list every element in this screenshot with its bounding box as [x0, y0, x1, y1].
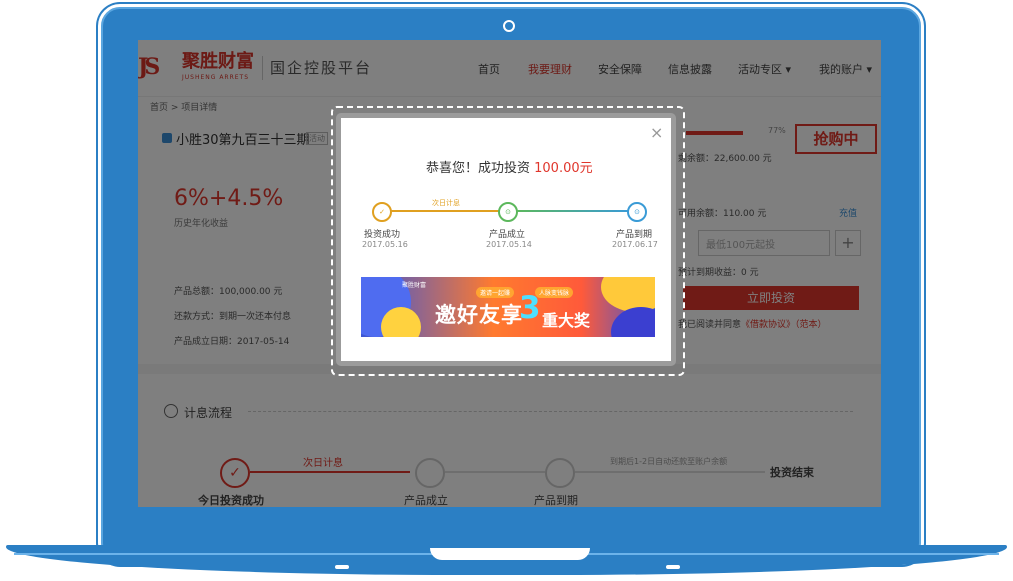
banner-blob	[381, 307, 421, 337]
laptop-foot-right	[666, 565, 680, 569]
modal-step-1-label: 投资成功	[364, 230, 401, 240]
close-icon[interactable]: ×	[650, 123, 663, 142]
camera-icon	[503, 20, 515, 32]
laptop-foot-left	[335, 565, 349, 569]
modal-step-3-label: 产品到期	[616, 230, 653, 240]
banner-blob	[611, 307, 655, 337]
maturity-icon: ⊙	[627, 202, 647, 222]
modal-step-2-label: 产品成立	[489, 230, 526, 240]
congrats-text: 恭喜您！成功投资	[426, 161, 535, 176]
banner-three: 3	[519, 290, 541, 326]
modal-step-3-date: 2017.06.17	[612, 240, 658, 249]
banner-title: 邀好友享	[435, 303, 523, 327]
modal-next-day: 次日计息	[432, 199, 460, 207]
banner-logo: 聚胜财富	[402, 282, 427, 289]
banner-title-2: 重大奖	[542, 311, 591, 330]
congrats-message: 恭喜您！成功投资 100.00元	[426, 157, 593, 176]
invested-amount: 100.00元	[534, 161, 593, 176]
banner-tag-2: 人脉变钱脉	[535, 287, 574, 298]
banner-tag-1: 邀请一起赚	[476, 287, 515, 298]
modal-step-1-date: 2017.05.16	[362, 240, 408, 249]
modal-step-2-date: 2017.05.14	[486, 240, 532, 249]
laptop-hinge	[430, 548, 590, 560]
modal-step-line-1	[389, 210, 499, 212]
established-icon: ⊙	[498, 202, 518, 222]
modal-step-line-2	[515, 210, 629, 212]
check-icon: ✓	[372, 202, 392, 222]
